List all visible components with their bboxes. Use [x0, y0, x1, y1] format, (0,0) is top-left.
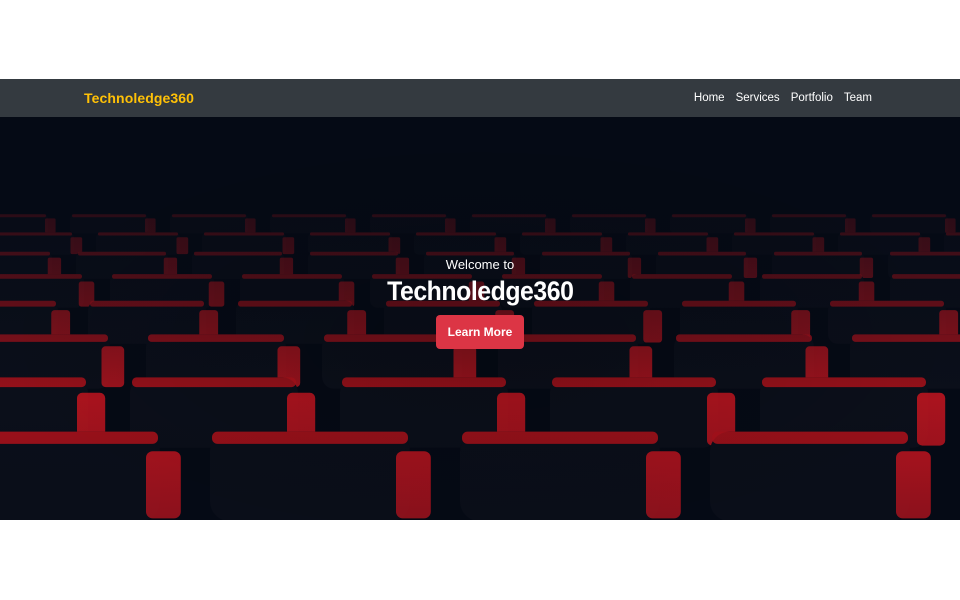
- nav-link-team[interactable]: Team: [844, 92, 872, 104]
- hero-subtitle: Welcome to: [445, 257, 515, 272]
- nav-link-home[interactable]: Home: [694, 92, 725, 104]
- page: Technoledge360 Home Services Portfolio T…: [0, 0, 960, 600]
- navbar: Technoledge360 Home Services Portfolio T…: [0, 79, 960, 117]
- brand-logo-link[interactable]: Technoledge360: [84, 90, 194, 106]
- hero-section: Welcome to Technoledge360 Learn More: [0, 117, 960, 520]
- hero-title: Technoledge360: [386, 276, 574, 306]
- nav-link-portfolio[interactable]: Portfolio: [791, 92, 833, 104]
- nav-link-services[interactable]: Services: [736, 92, 780, 104]
- hero-content: Welcome to Technoledge360 Learn More: [0, 257, 960, 349]
- nav-links: Home Services Portfolio Team: [694, 92, 872, 104]
- learn-more-button[interactable]: Learn More: [435, 315, 525, 349]
